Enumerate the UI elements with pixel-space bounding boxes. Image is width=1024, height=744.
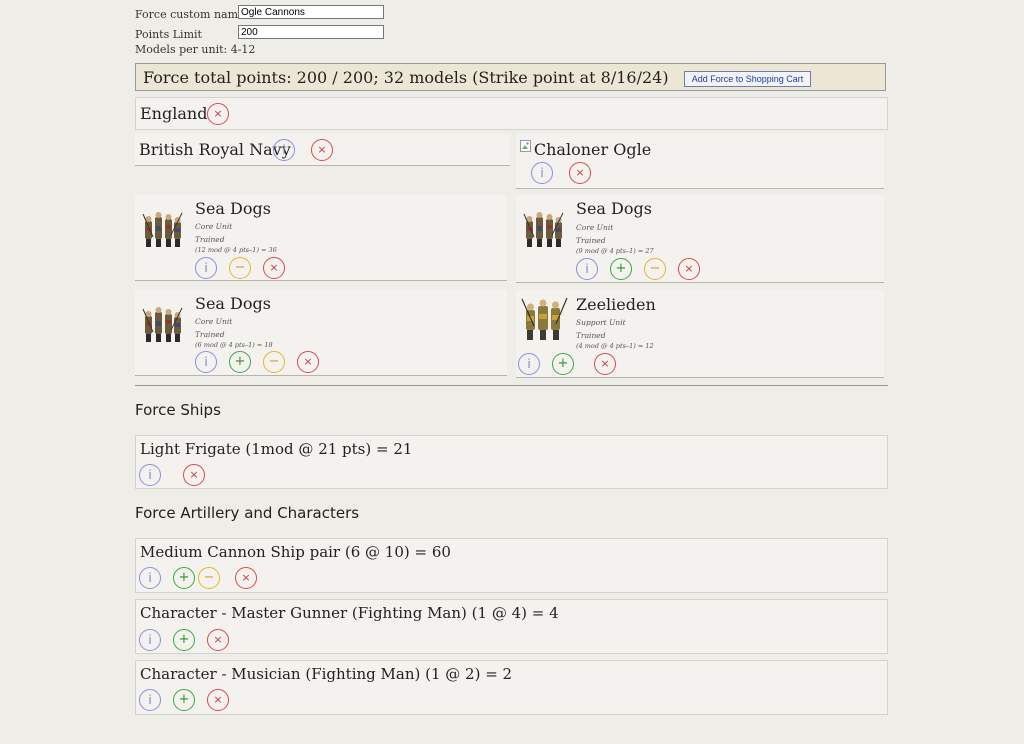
- unit-info-button[interactable]: i: [195, 257, 217, 279]
- force-totals-text: Force total points: 200 / 200; 32 models…: [143, 68, 669, 87]
- unit-skill: Trained: [195, 330, 225, 339]
- unit-cost: (4 mod @ 4 pts–1) = 12: [576, 342, 654, 350]
- faction-name: British Royal Navy: [139, 140, 291, 159]
- artillery-increase-button[interactable]: +: [173, 567, 195, 589]
- unit-skill: Trained: [576, 331, 606, 340]
- remove-commander-button[interactable]: ×: [569, 162, 591, 184]
- nation-panel: England ×: [135, 97, 888, 130]
- unit-type: Support Unit: [576, 318, 626, 327]
- unit-actions: i + − ×: [576, 258, 700, 280]
- unit-type: Core Unit: [576, 223, 614, 232]
- miniature-soldiers-icon: [141, 304, 187, 346]
- unit-card: Sea Dogs Core Unit Trained (9 mod @ 4 pt…: [516, 195, 884, 283]
- nation-name: England: [140, 104, 208, 123]
- miniature-soldiers-icon: [141, 209, 187, 251]
- character-label: Character - Master Gunner (Fighting Man)…: [140, 604, 559, 622]
- character-info-button[interactable]: i: [139, 629, 161, 651]
- miniature-soldiers-icon: [522, 209, 568, 251]
- artillery-remove-button[interactable]: ×: [235, 567, 257, 589]
- character-remove-button[interactable]: ×: [207, 629, 229, 651]
- points-limit-row: Points Limit: [135, 25, 384, 41]
- commander-info-button[interactable]: i: [531, 162, 553, 184]
- unit-card: Sea Dogs Core Unit Trained (12 mod @ 4 p…: [135, 195, 507, 281]
- unit-cost: (9 mod @ 4 pts–1) = 27: [576, 247, 654, 255]
- unit-type: Core Unit: [195, 317, 233, 326]
- unit-remove-button[interactable]: ×: [297, 351, 319, 373]
- ship-label: Light Frigate (1mod @ 21 pts) = 21: [140, 440, 413, 458]
- unit-actions: i − ×: [195, 257, 285, 279]
- remove-nation-button[interactable]: ×: [207, 103, 229, 125]
- points-limit-label: Points Limit: [135, 28, 202, 41]
- add-to-cart-button[interactable]: Add Force to Shopping Cart: [683, 70, 812, 87]
- character-actions: i + ×: [139, 689, 229, 711]
- artillery-info-button[interactable]: i: [139, 567, 161, 589]
- models-per-unit: Models per unit: 4-12: [135, 43, 256, 56]
- artillery-label: Medium Cannon Ship pair (6 @ 10) = 60: [140, 543, 451, 561]
- unit-name: Sea Dogs: [195, 199, 271, 218]
- unit-remove-button[interactable]: ×: [678, 258, 700, 280]
- ship-actions: i ×: [139, 464, 205, 486]
- unit-info-button[interactable]: i: [576, 258, 598, 280]
- unit-increase-button[interactable]: +: [229, 351, 251, 373]
- character-increase-button[interactable]: +: [173, 629, 195, 651]
- unit-cost: (12 mod @ 4 pts–1) = 36: [195, 246, 277, 254]
- faction-panel: British Royal Navy i ×: [135, 134, 510, 166]
- character-increase-button[interactable]: +: [173, 689, 195, 711]
- faction-info-button[interactable]: i: [273, 139, 295, 161]
- character-remove-button[interactable]: ×: [207, 689, 229, 711]
- commander-panel: Chaloner Ogle i ×: [516, 134, 884, 189]
- unit-card: Sea Dogs Core Unit Trained (6 mod @ 4 pt…: [135, 290, 507, 376]
- custom-name-input[interactable]: [238, 5, 384, 19]
- ship-remove-button[interactable]: ×: [183, 464, 205, 486]
- unit-skill: Trained: [576, 236, 606, 245]
- character-actions: i + ×: [139, 629, 229, 651]
- unit-actions: i + ×: [518, 353, 616, 375]
- unit-remove-button[interactable]: ×: [594, 353, 616, 375]
- unit-skill: Trained: [195, 235, 225, 244]
- unit-decrease-button[interactable]: −: [263, 351, 285, 373]
- unit-actions: i + − ×: [195, 351, 319, 373]
- unit-info-button[interactable]: i: [195, 351, 217, 373]
- character-item: Character - Musician (Fighting Man) (1 @…: [135, 660, 888, 715]
- ship-info-button[interactable]: i: [139, 464, 161, 486]
- unit-decrease-button[interactable]: −: [644, 258, 666, 280]
- unit-name: Zeelieden: [576, 295, 656, 314]
- unit-decrease-button[interactable]: −: [229, 257, 251, 279]
- ship-item: Light Frigate (1mod @ 21 pts) = 21 i ×: [135, 435, 888, 489]
- remove-faction-button[interactable]: ×: [311, 139, 333, 161]
- unit-remove-button[interactable]: ×: [263, 257, 285, 279]
- artillery-heading: Force Artillery and Characters: [135, 504, 360, 522]
- artillery-decrease-button[interactable]: −: [198, 567, 220, 589]
- artillery-actions: i + − ×: [139, 567, 257, 589]
- artillery-item: Medium Cannon Ship pair (6 @ 10) = 60 i …: [135, 538, 888, 593]
- unit-info-button[interactable]: i: [518, 353, 540, 375]
- unit-name: Sea Dogs: [195, 294, 271, 313]
- unit-card: Zeelieden Support Unit Trained (4 mod @ …: [516, 290, 884, 378]
- character-info-button[interactable]: i: [139, 689, 161, 711]
- unit-increase-button[interactable]: +: [610, 258, 632, 280]
- character-item: Character - Master Gunner (Fighting Man)…: [135, 599, 888, 654]
- unit-increase-button[interactable]: +: [552, 353, 574, 375]
- miniature-soldiers-icon: [520, 296, 570, 346]
- unit-cost: (6 mod @ 4 pts–1) = 18: [195, 341, 273, 349]
- force-totals-bar: Force total points: 200 / 200; 32 models…: [135, 63, 886, 91]
- divider: [135, 385, 888, 386]
- unit-type: Core Unit: [195, 222, 233, 231]
- ships-heading: Force Ships: [135, 401, 221, 419]
- broken-image-icon: [520, 140, 534, 155]
- commander-name: Chaloner Ogle: [533, 140, 652, 159]
- unit-name: Sea Dogs: [576, 199, 652, 218]
- custom-name-row: Force custom name:: [135, 5, 384, 21]
- points-limit-input[interactable]: [238, 25, 384, 39]
- commander-title: Chaloner Ogle: [520, 140, 651, 159]
- character-label: Character - Musician (Fighting Man) (1 @…: [140, 665, 513, 683]
- custom-name-label: Force custom name:: [135, 8, 249, 21]
